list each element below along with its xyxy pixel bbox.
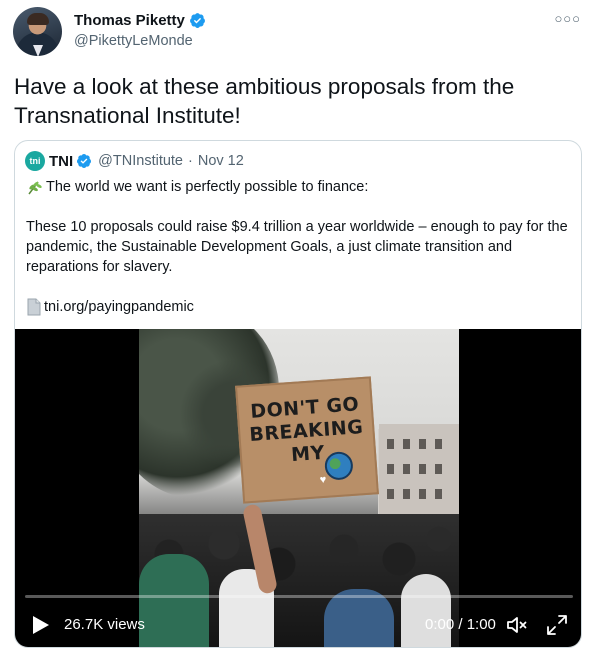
quoted-tweet-header: tni TNI @TNInstitute · Nov 12 xyxy=(25,151,244,171)
tni-avatar[interactable]: tni xyxy=(25,151,45,171)
quoted-paragraph: These 10 proposals could raise $9.4 tril… xyxy=(26,219,568,275)
video-time: 0:00 / 1:00 xyxy=(425,616,496,633)
quoted-tweet-body: The world we want is perfectly possible … xyxy=(26,177,571,317)
more-icon[interactable]: ○○○ xyxy=(554,11,581,26)
quoted-link-row[interactable]: tni.org/payingpandemic xyxy=(26,297,571,317)
separator-dot: · xyxy=(188,153,193,169)
quoted-author-name[interactable]: TNI xyxy=(49,153,73,170)
protest-sign: DON'T GO BREAKING MY ♥ xyxy=(235,376,379,504)
quoted-tweet[interactable]: tni TNI @TNInstitute · Nov 12 The world … xyxy=(14,140,582,648)
verified-badge-icon xyxy=(189,13,205,28)
quoted-tweet-date[interactable]: Nov 12 xyxy=(198,153,244,169)
quoted-author-handle[interactable]: @TNInstitute xyxy=(98,153,183,169)
avatar-hair xyxy=(27,13,49,25)
view-count: 26.7K views xyxy=(64,616,145,633)
quoted-line1-text: The world we want is perfectly possible … xyxy=(46,179,369,195)
tweet-header: Thomas Piketty @PikettyLeMonde ○○○ xyxy=(13,7,583,59)
tweet-text: Have a look at these ambitious proposals… xyxy=(14,74,515,128)
quoted-line1: The world we want is perfectly possible … xyxy=(26,177,571,197)
author-name[interactable]: Thomas Piketty xyxy=(74,12,185,29)
quoted-link[interactable]: tni.org/payingpandemic xyxy=(44,297,194,317)
heart-icon: ♥ xyxy=(319,473,327,487)
play-icon[interactable] xyxy=(32,615,50,635)
fullscreen-icon[interactable] xyxy=(546,614,568,636)
author-handle[interactable]: @PikettyLeMonde xyxy=(74,33,193,49)
video-player[interactable]: DON'T GO BREAKING MY ♥ 26.7K views 0:00 … xyxy=(15,329,581,647)
volume-muted-icon[interactable] xyxy=(505,613,529,637)
protest-sign-text: DON'T GO BREAKING MY xyxy=(248,393,365,467)
author-avatar[interactable] xyxy=(13,7,62,56)
video-frame: DON'T GO BREAKING MY ♥ xyxy=(139,329,459,647)
author-name-row: Thomas Piketty xyxy=(74,12,206,29)
video-progress-bar[interactable] xyxy=(25,595,573,598)
avatar-shirt xyxy=(33,45,43,56)
video-controls: 26.7K views 0:00 / 1:00 xyxy=(15,605,581,645)
herb-icon xyxy=(28,181,42,195)
verified-badge-icon xyxy=(77,154,92,168)
document-icon xyxy=(27,298,41,316)
